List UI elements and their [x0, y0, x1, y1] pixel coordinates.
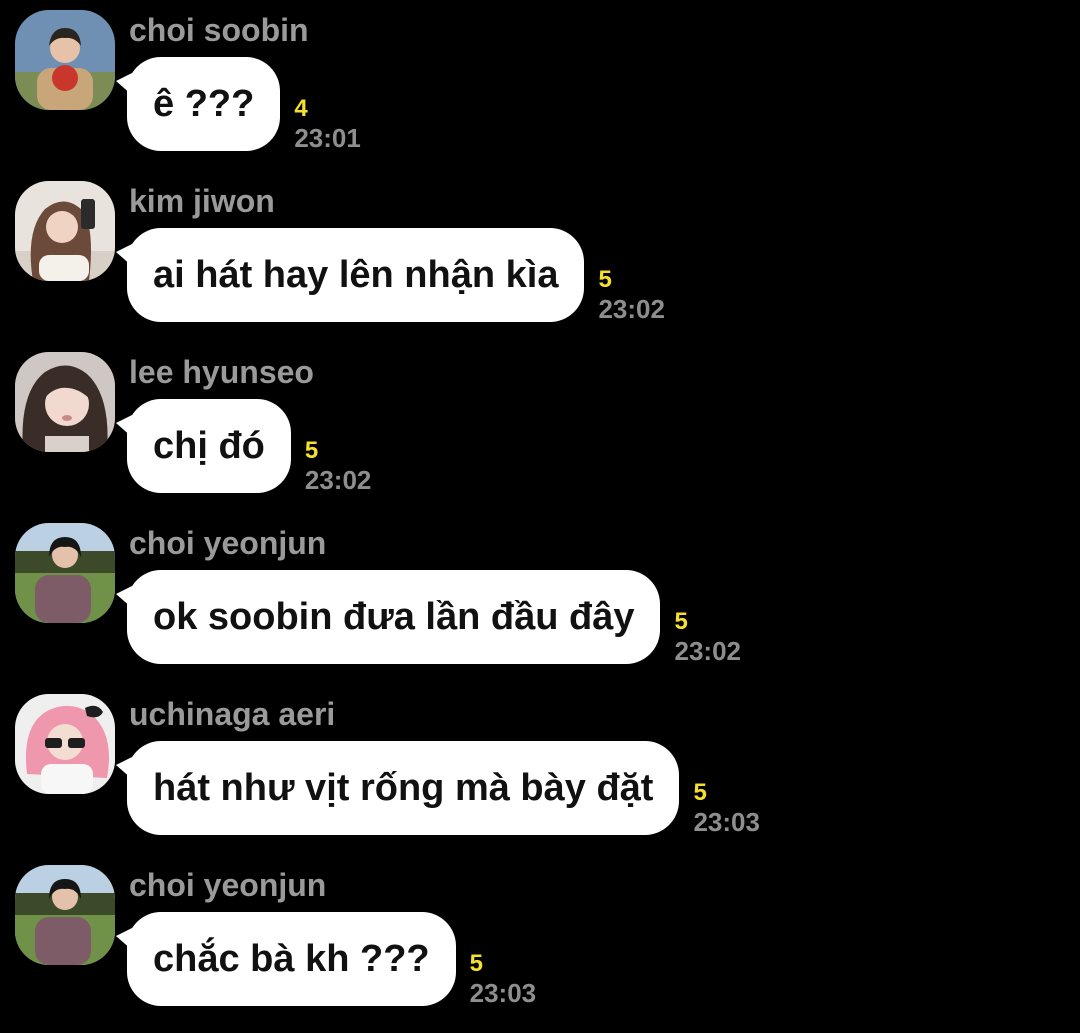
- message-text: hát như vịt rống mà bày đặt: [153, 767, 654, 809]
- avatar-photo: [15, 694, 115, 794]
- avatar[interactable]: [15, 523, 115, 623]
- chat-message: choi soobin ê ??? 4 23:01: [0, 0, 1080, 171]
- message-time: 23:03: [693, 807, 760, 837]
- unread-count: 5: [304, 437, 319, 464]
- message-bubble[interactable]: chắc bà kh ???: [116, 912, 456, 1006]
- chat-message: choi yeonjun ok soobin đưa lần đầu đây 5…: [0, 513, 1080, 684]
- message-time: 23:02: [304, 465, 372, 495]
- unread-count: 5: [469, 950, 483, 977]
- bubble-row: hát như vịt rống mà bày đặt 5 23:03: [115, 741, 760, 837]
- sender-name: choi yeonjun: [129, 867, 327, 903]
- chat-message: choi yeonjun chắc bà kh ??? 5 23:03: [0, 855, 1080, 1026]
- message-bubble[interactable]: ok soobin đưa lần đầu đây: [116, 570, 661, 664]
- message-bubble[interactable]: ê ???: [116, 57, 281, 151]
- bubble-row: ok soobin đưa lần đầu đây 5 23:02: [115, 570, 741, 666]
- bubble-tail: [116, 928, 132, 950]
- sender-name: uchinaga aeri: [129, 696, 336, 732]
- message-time: 23:02: [598, 294, 665, 324]
- sender-name: choi yeonjun: [129, 525, 327, 561]
- message-meta: 5 23:02: [304, 399, 372, 495]
- message-bubble[interactable]: chị đó: [116, 399, 291, 493]
- message-text: chị đó: [153, 425, 265, 467]
- avatar-photo: [15, 523, 115, 623]
- avatar[interactable]: [15, 694, 115, 794]
- message-meta: 5 23:03: [693, 741, 760, 837]
- avatar[interactable]: [15, 10, 115, 110]
- chat-message: uchinaga aeri hát như vịt rống mà bày đặ…: [0, 684, 1080, 855]
- avatar-photo: [15, 352, 115, 452]
- bubble-tail: [116, 415, 132, 437]
- unread-count: 5: [598, 266, 612, 293]
- message-text: ê ???: [153, 83, 255, 125]
- avatar-photo: [15, 865, 115, 965]
- bubble-tail: [116, 586, 132, 608]
- message-time: 23:03: [469, 978, 537, 1008]
- message-text: chắc bà kh ???: [153, 938, 430, 980]
- avatar-photo: [15, 181, 115, 281]
- bubble-row: chị đó 5 23:02: [115, 399, 372, 495]
- chat-message: kim jiwon ai hát hay lên nhận kìa 5 23:0…: [0, 171, 1080, 342]
- bubble-row: ê ??? 4 23:01: [115, 57, 361, 153]
- message-meta: 5 23:02: [674, 570, 741, 666]
- unread-count: 5: [693, 779, 707, 806]
- unread-count: 5: [674, 608, 688, 635]
- avatar[interactable]: [15, 352, 115, 452]
- message-meta: 5 23:02: [598, 228, 665, 324]
- avatar[interactable]: [15, 181, 115, 281]
- message-meta: 4 23:01: [294, 57, 361, 153]
- sender-name: choi soobin: [129, 12, 309, 48]
- message-text: ok soobin đưa lần đầu đây: [153, 596, 635, 638]
- bubble-row: chắc bà kh ??? 5 23:03: [115, 912, 537, 1008]
- message-bubble[interactable]: hát như vịt rống mà bày đặt: [116, 741, 680, 835]
- message-time: 23:02: [674, 636, 741, 666]
- avatar[interactable]: [15, 865, 115, 965]
- chat-message-list[interactable]: choi soobin ê ??? 4 23:01 kim jiwon ai h…: [0, 0, 1080, 1033]
- chat-message: lee hyunseo chị đó 5 23:02: [0, 342, 1080, 513]
- avatar-photo: [15, 10, 115, 110]
- unread-count: 4: [294, 95, 308, 122]
- bubble-row: ai hát hay lên nhận kìa 5 23:02: [115, 228, 665, 324]
- message-bubble[interactable]: ai hát hay lên nhận kìa: [116, 228, 585, 322]
- message-meta: 5 23:03: [469, 912, 537, 1008]
- message-time: 23:01: [294, 123, 361, 153]
- bubble-tail: [116, 244, 132, 266]
- bubble-tail: [116, 73, 132, 95]
- sender-name: kim jiwon: [129, 183, 275, 219]
- sender-name: lee hyunseo: [129, 354, 314, 390]
- message-text: ai hát hay lên nhận kìa: [153, 254, 559, 296]
- bubble-tail: [116, 757, 132, 779]
